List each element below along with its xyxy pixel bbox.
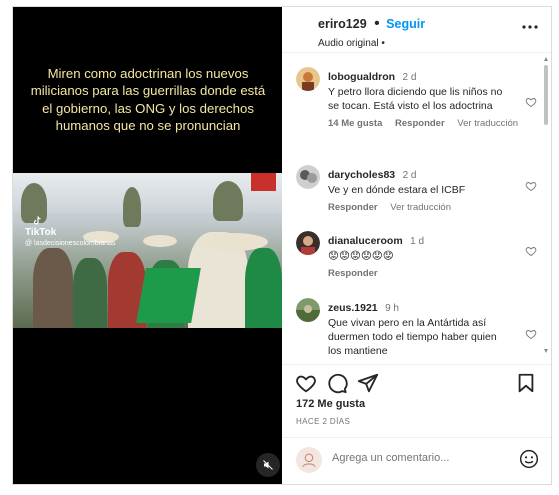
share-send-icon[interactable] — [357, 372, 379, 394]
flag — [251, 173, 276, 191]
reply-button[interactable]: Responder — [328, 268, 378, 279]
hat — [143, 235, 177, 247]
video-frame — [13, 173, 282, 328]
reply-button[interactable]: Responder — [328, 202, 378, 213]
comment-username[interactable]: zeus.1921 — [328, 302, 378, 314]
more-options-icon[interactable] — [521, 22, 539, 32]
comment-username[interactable]: darycholes83 — [328, 169, 395, 181]
author-username[interactable]: eriro129 — [318, 17, 367, 31]
person — [33, 248, 73, 328]
reply-button[interactable]: Responder — [395, 118, 445, 129]
post-dialog: Miren como adoctrinan los nuevos milicia… — [12, 6, 552, 485]
comment-text: Y petro llora diciendo que lis niños no … — [328, 86, 503, 112]
comment-avatar[interactable] — [296, 298, 320, 322]
comment-text: Que vivan pero en la Antártida así duerm… — [328, 317, 497, 357]
tiktok-icon — [33, 216, 41, 225]
comment-bubble-icon[interactable] — [326, 372, 348, 394]
comment-text: 😟😟😟😟😟😟 — [328, 250, 394, 262]
post-actions: 172 Me gusta HACE 2 DÍAS — [282, 364, 551, 484]
bookmark-icon[interactable] — [515, 372, 537, 394]
comment-item: lobogualdron 2 d Y petro llora diciendo … — [296, 67, 536, 129]
person — [245, 248, 282, 328]
comment-time: 2 d — [402, 170, 417, 181]
mute-button[interactable] — [256, 453, 280, 477]
comment-item: zeus.1921 9 h Que vivan pero en la Antár… — [296, 298, 536, 358]
comment-time: 1 d — [410, 236, 425, 247]
translate-button[interactable]: Ver traducción — [390, 202, 451, 213]
audio-link[interactable]: Audio original • — [318, 38, 551, 49]
heart-icon[interactable] — [525, 328, 537, 340]
current-user-avatar — [296, 447, 322, 473]
comment-likes[interactable]: 14 Me gusta — [328, 118, 382, 129]
add-comment-bar — [282, 437, 551, 481]
comment-text: Ve y en dónde estara el ICBF — [328, 184, 466, 196]
heart-icon[interactable] — [525, 180, 537, 192]
comment-avatar[interactable] — [296, 165, 320, 189]
post-media[interactable]: Miren como adoctrinan los nuevos milicia… — [13, 7, 282, 484]
heart-icon[interactable] — [525, 245, 537, 257]
comments-scrollbar[interactable] — [543, 55, 549, 355]
comment-input[interactable] — [332, 452, 502, 464]
hat — [198, 233, 268, 251]
comment-item: dianaluceroom 1 d 😟😟😟😟😟😟 Responder — [296, 231, 536, 279]
tiktok-watermark: TikTok @ lasdecisionescolombianas — [25, 227, 115, 247]
like-heart-icon[interactable] — [295, 372, 317, 394]
post-time: HACE 2 DÍAS — [296, 417, 351, 426]
comment-time: 9 h — [385, 303, 399, 314]
emoji-icon[interactable] — [519, 449, 539, 469]
tiktok-handle: @ lasdecisionescolombianas — [25, 240, 116, 247]
comments-list[interactable]: lobogualdron 2 d Y petro llora diciendo … — [282, 53, 551, 364]
comment-avatar[interactable] — [296, 231, 320, 255]
video-caption: Miren como adoctrinan los nuevos milicia… — [30, 66, 266, 134]
flag — [136, 268, 201, 323]
separator-dot: • — [374, 15, 380, 32]
speaker-muted-icon — [263, 460, 273, 470]
comment-time: 2 d — [402, 72, 417, 83]
comment-username[interactable]: lobogualdron — [328, 71, 395, 83]
tree — [213, 181, 243, 221]
user-avatar-icon — [302, 453, 316, 468]
post-header: eriro129 • Seguir Audio original • — [282, 7, 551, 53]
follow-button[interactable]: Seguir — [386, 17, 425, 31]
like-count[interactable]: 172 Me gusta — [296, 398, 365, 410]
comment-item: darycholes83 2 d Ve y en dónde estara el… — [296, 165, 536, 213]
tree — [123, 187, 141, 227]
heart-icon[interactable] — [525, 96, 537, 108]
tiktok-brand: TikTok — [25, 227, 57, 238]
translate-button[interactable]: Ver traducción — [457, 118, 518, 129]
comment-avatar[interactable] — [296, 67, 320, 91]
comment-username[interactable]: dianaluceroom — [328, 235, 403, 247]
post-sidebar: eriro129 • Seguir Audio original • lobog… — [282, 7, 551, 484]
person — [73, 258, 107, 328]
